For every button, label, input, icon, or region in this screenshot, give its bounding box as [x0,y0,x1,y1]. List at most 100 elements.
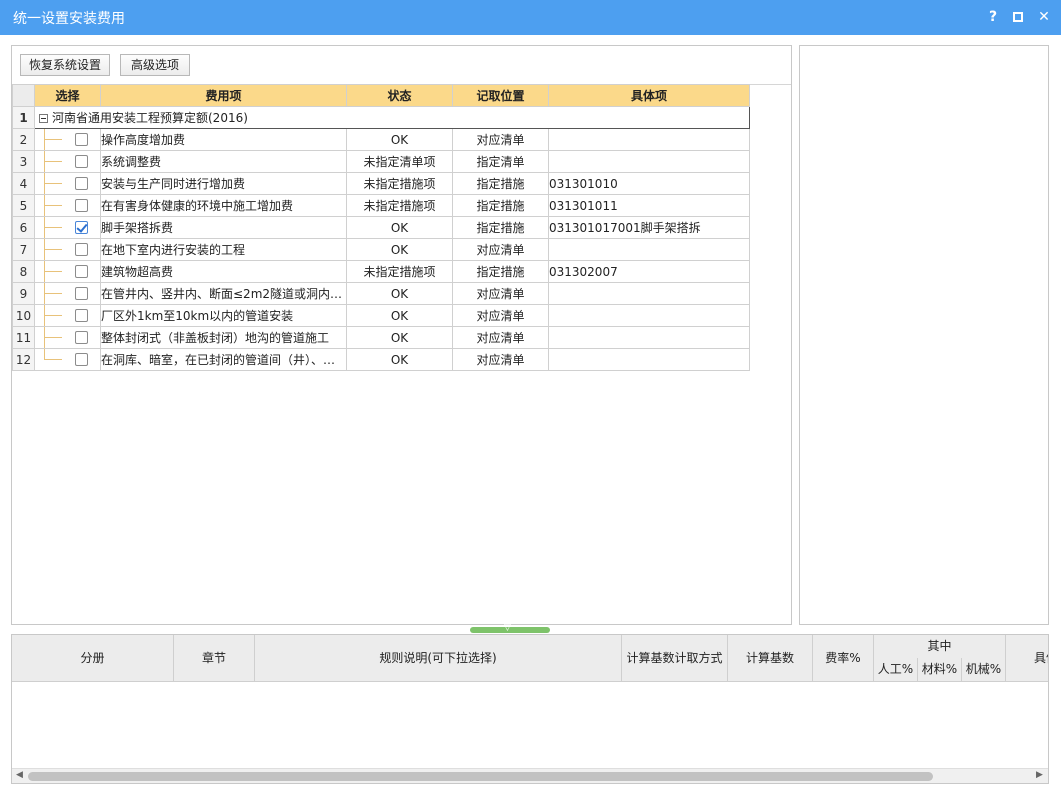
detail-cell[interactable]: 031301017001脚手架搭拆 [548,216,750,239]
column-header-fee-item[interactable]: 费用项 [100,84,347,107]
location-cell[interactable]: 对应清单 [452,326,549,349]
column-header-location[interactable]: 记取位置 [452,84,549,107]
status-cell[interactable]: OK [346,238,453,261]
fee-item-name[interactable]: 安装与生产同时进行增加费 [100,172,347,195]
detail-cell[interactable] [548,348,750,371]
row-checkbox[interactable] [75,221,88,234]
column-header-detail[interactable]: 具体项 [548,84,750,107]
scroll-right-icon[interactable]: ▶ [1036,770,1043,780]
location-cell[interactable]: 指定清单 [452,150,549,173]
fee-item-name[interactable]: 在地下室内进行安装的工程 [100,238,347,261]
column-header-labor[interactable]: 人工% [874,658,918,682]
splitter-handle[interactable]: ▽ [470,623,550,633]
status-cell[interactable]: 未指定清单项 [346,150,453,173]
fee-item-name[interactable]: 在洞库、暗室，在已封闭的管道间（井）、… [100,348,347,371]
select-cell[interactable] [34,128,101,151]
location-cell[interactable]: 对应清单 [452,128,549,151]
status-cell[interactable]: 未指定措施项 [346,260,453,283]
fee-item-name[interactable]: 厂区外1km至10km以内的管道安装 [100,304,347,327]
close-icon[interactable]: ✕ [1034,7,1054,27]
select-cell[interactable] [34,326,101,349]
select-cell[interactable] [34,172,101,195]
fee-item-name[interactable]: 在有害身体健康的环境中施工增加费 [100,194,347,217]
detail-cell[interactable] [548,282,750,305]
column-header-machine[interactable]: 机械% [962,658,1006,682]
row-checkbox[interactable] [75,243,88,256]
table-row[interactable]: 5 在有害身体健康的环境中施工增加费 未指定措施项 指定措施 031301011 [12,194,750,217]
table-row[interactable]: 9 在管井内、竖井内、断面≤2m2隧道或洞内… OK 对应清单 [12,282,750,305]
status-cell[interactable]: 未指定措施项 [346,194,453,217]
table-row[interactable]: 7 在地下室内进行安装的工程 OK 对应清单 [12,238,750,261]
detail-cell[interactable]: 031301010 [548,172,750,195]
detail-cell[interactable] [548,326,750,349]
table-row[interactable]: 12 在洞库、暗室，在已封闭的管道间（井）、… OK 对应清单 [12,348,750,371]
column-header-base-method[interactable]: 计算基数计取方式 [622,635,728,682]
select-cell[interactable] [34,238,101,261]
column-header-select[interactable]: 选择 [34,84,101,107]
table-row[interactable]: 10 厂区外1km至10km以内的管道安装 OK 对应清单 [12,304,750,327]
table-row[interactable]: 3 系统调整费 未指定清单项 指定清单 [12,150,750,173]
column-header-base[interactable]: 计算基数 [728,635,813,682]
column-header-status[interactable]: 状态 [346,84,453,107]
select-cell[interactable] [34,194,101,217]
maximize-icon[interactable] [1008,7,1028,27]
row-checkbox[interactable] [75,199,88,212]
detail-cell[interactable]: 031301011 [548,194,750,217]
column-header-volume[interactable]: 分册 [12,635,174,682]
group-row[interactable]: 1 河南省通用安装工程预算定额(2016) [12,106,750,129]
row-checkbox[interactable] [75,309,88,322]
scroll-left-icon[interactable]: ◀ [16,770,23,780]
select-cell[interactable] [34,282,101,305]
row-checkbox[interactable] [75,287,88,300]
fee-item-name[interactable]: 操作高度增加费 [100,128,347,151]
row-checkbox[interactable] [75,155,88,168]
fee-item-name[interactable]: 整体封闭式（非盖板封闭）地沟的管道施工 [100,326,347,349]
column-header-rule[interactable]: 规则说明(可下拉选择) [255,635,622,682]
collapse-icon[interactable] [39,114,48,123]
detail-cell[interactable] [548,128,750,151]
status-cell[interactable]: OK [346,326,453,349]
table-row[interactable]: 6 脚手架搭拆费 OK 指定措施 031301017001脚手架搭拆 [12,216,750,239]
detail-cell[interactable] [548,238,750,261]
location-cell[interactable]: 对应清单 [452,304,549,327]
select-cell[interactable] [34,348,101,371]
table-row[interactable]: 2 操作高度增加费 OK 对应清单 [12,128,750,151]
restore-defaults-button[interactable]: 恢复系统设置 [20,54,110,76]
column-header-material[interactable]: 材料% [918,658,962,682]
location-cell[interactable]: 指定措施 [452,216,549,239]
fee-item-name[interactable]: 脚手架搭拆费 [100,216,347,239]
select-cell[interactable] [34,150,101,173]
status-cell[interactable]: OK [346,128,453,151]
row-checkbox[interactable] [75,331,88,344]
status-cell[interactable]: OK [346,282,453,305]
status-cell[interactable]: OK [346,304,453,327]
location-cell[interactable]: 指定措施 [452,194,549,217]
detail-cell[interactable]: 031302007 [548,260,750,283]
select-cell[interactable] [34,216,101,239]
status-cell[interactable]: OK [346,216,453,239]
location-cell[interactable]: 指定措施 [452,172,549,195]
select-cell[interactable] [34,260,101,283]
row-checkbox[interactable] [75,353,88,366]
column-header-rate[interactable]: 费率% [813,635,874,682]
fee-item-name[interactable]: 在管井内、竖井内、断面≤2m2隧道或洞内… [100,282,347,305]
group-title-cell[interactable]: 河南省通用安装工程预算定额(2016) [34,106,750,129]
help-icon[interactable]: ? [983,7,1003,27]
scrollbar-thumb[interactable] [28,772,933,781]
table-row[interactable]: 8 建筑物超高费 未指定措施项 指定措施 031302007 [12,260,750,283]
row-checkbox[interactable] [75,133,88,146]
fee-item-name[interactable]: 建筑物超高费 [100,260,347,283]
table-row[interactable]: 4 安装与生产同时进行增加费 未指定措施项 指定措施 031301010 [12,172,750,195]
location-cell[interactable]: 对应清单 [452,348,549,371]
location-cell[interactable]: 指定措施 [452,260,549,283]
status-cell[interactable]: 未指定措施项 [346,172,453,195]
row-checkbox[interactable] [75,265,88,278]
row-checkbox[interactable] [75,177,88,190]
advanced-options-button[interactable]: 高级选项 [120,54,190,76]
select-cell[interactable] [34,304,101,327]
column-header-chapter[interactable]: 章节 [174,635,255,682]
horizontal-scrollbar[interactable]: ◀ ▶ [12,768,1048,783]
table-row[interactable]: 11 整体封闭式（非盖板封闭）地沟的管道施工 OK 对应清单 [12,326,750,349]
column-header-specific[interactable]: 具体 [1006,635,1048,682]
detail-cell[interactable] [548,304,750,327]
